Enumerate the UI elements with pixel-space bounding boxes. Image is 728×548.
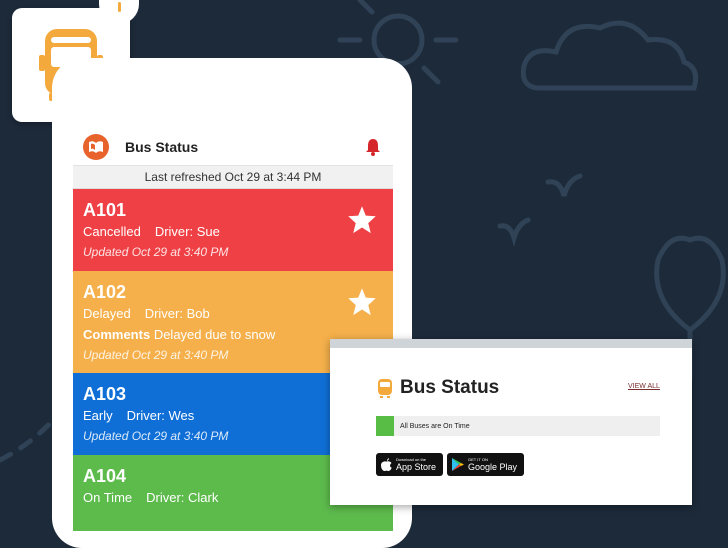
tree-icon [654,235,726,334]
bus-comments: Delayed due to snow [153,327,276,342]
bus-status: On Time [83,490,133,505]
bell-icon[interactable] [363,137,383,157]
apple-icon [381,458,392,471]
bird-icon [545,173,583,197]
bus-card-a101[interactable]: A101 Cancelled Driver: Sue Updated Oct 29… [73,189,393,271]
browser-bar [330,339,692,348]
bird-icon [497,217,531,248]
app-store-text: App Store [396,462,437,472]
app-store-button[interactable]: Download on the App Store [376,453,443,476]
bus-status: Early [83,408,113,423]
bus-route: A102 [83,282,127,302]
bus-driver: Driver: Sue [154,224,220,239]
widget-title: Bus Status [400,377,500,398]
bus-driver: Driver: Wes [126,408,195,423]
school-bus-icon [378,379,392,398]
bus-status: Cancelled [83,224,141,239]
status-color-swatch [376,416,394,436]
overall-status-bar: All Buses are On Time [376,416,660,436]
website-widget: Bus Status VIEW ALL All Buses are On Tim… [330,339,692,505]
star-icon[interactable] [347,205,377,235]
google-play-text: Google Play [468,462,518,472]
app-title: Bus Status [125,138,199,155]
star-icon[interactable] [347,287,377,317]
bus-driver: Driver: Clark [146,490,219,505]
last-refreshed-text: Last refreshed Oct 29 at 3:44 PM [73,166,393,189]
app-header: Bus Status [73,128,393,166]
sun-icon [371,13,425,67]
view-all-link[interactable]: VIEW ALL [628,383,660,390]
google-play-icon [452,458,464,471]
bus-status: Delayed [83,306,131,321]
comments-label: Comments [83,327,151,342]
google-play-button[interactable]: GET IT ON Google Play [447,453,524,476]
book-logo-icon [83,133,109,160]
cloud-icon [520,20,699,91]
bus-route: A101 [83,200,127,220]
bus-updated: Updated Oct 29 at 3:40 PM [83,245,229,259]
overall-status-text: All Buses are On Time [400,422,470,430]
bus-driver: Driver: Bob [144,306,210,321]
